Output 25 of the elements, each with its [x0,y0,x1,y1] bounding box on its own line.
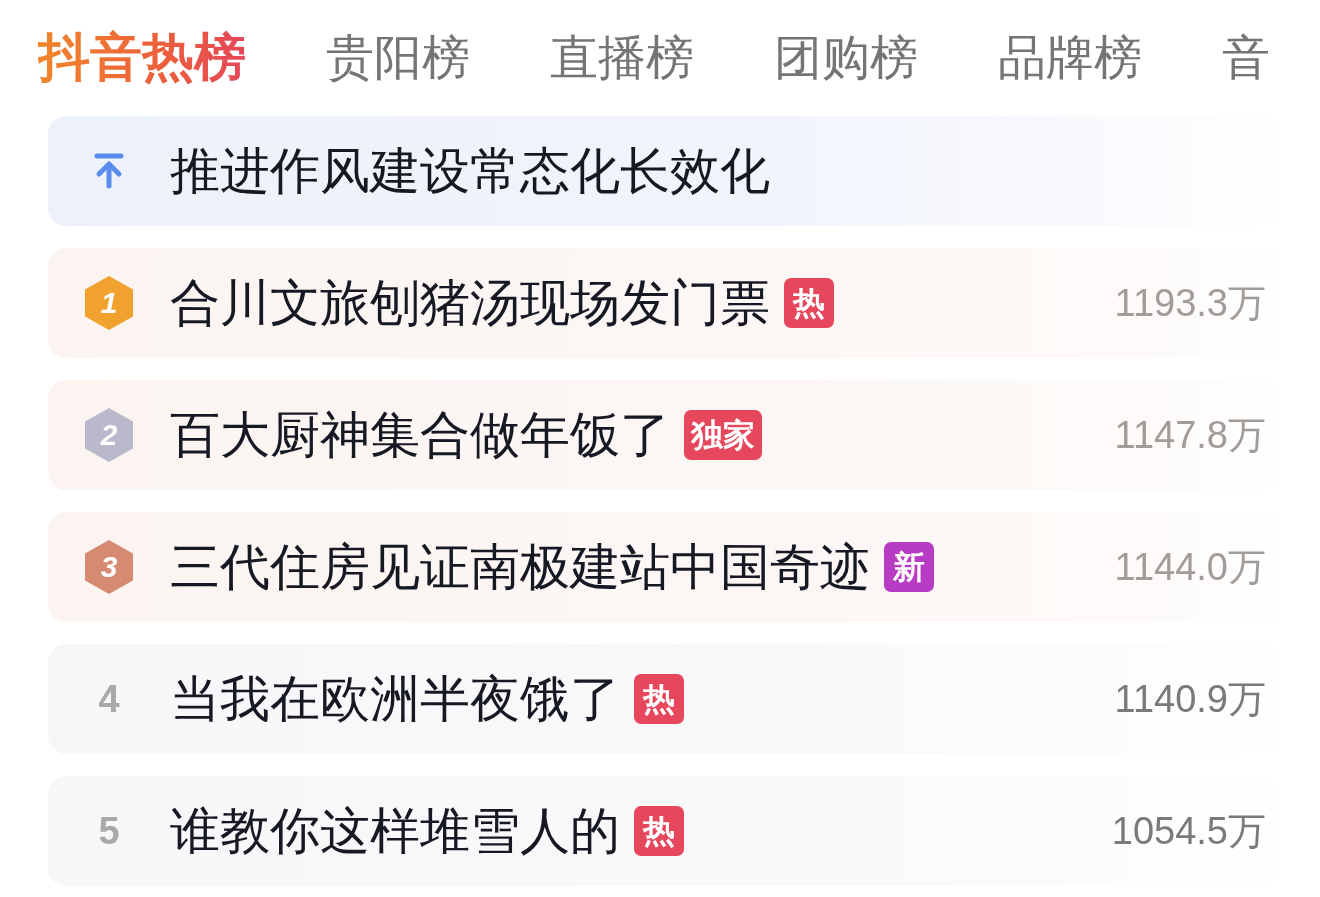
heat-count: 1140.9万 [1114,680,1266,718]
trend-tag: 热 [634,674,684,724]
tab[interactable]: 直播榜 [550,26,694,88]
trend-tag: 热 [634,806,684,856]
heat-count: 1054.5万 [1111,812,1266,850]
tab[interactable]: 贵阳榜 [326,26,470,88]
trend-tag: 热 [784,278,834,328]
trend-title[interactable]: 合川文旅刨猪汤现场发门票 [170,273,770,333]
heat-count: 1144.0万 [1114,548,1266,586]
rank-number: 4 [98,680,120,718]
tab[interactable]: 品牌榜 [998,26,1142,88]
trend-title[interactable]: 谁教你这样堆雪人的 [170,801,620,861]
heat-count: 1193.3万 [1114,284,1266,322]
tab[interactable]: 音 [1222,26,1270,88]
trend-title[interactable]: 当我在欧洲半夜饿了 [170,669,620,729]
tab[interactable]: 团购榜 [774,26,918,88]
rank-medal: 2 [85,408,133,462]
rank-medal: 1 [85,276,133,330]
trend-tag: 独家 [684,410,762,460]
heat-count: 1147.8万 [1114,416,1266,454]
rank-number: 5 [98,812,120,850]
trend-title[interactable]: 百大厨神集合做年饭了 [170,405,670,465]
trend-tag: 新 [884,542,934,592]
rank-medal: 3 [85,540,133,594]
trend-title[interactable]: 三代住房见证南极建站中国奇迹 [170,537,870,597]
